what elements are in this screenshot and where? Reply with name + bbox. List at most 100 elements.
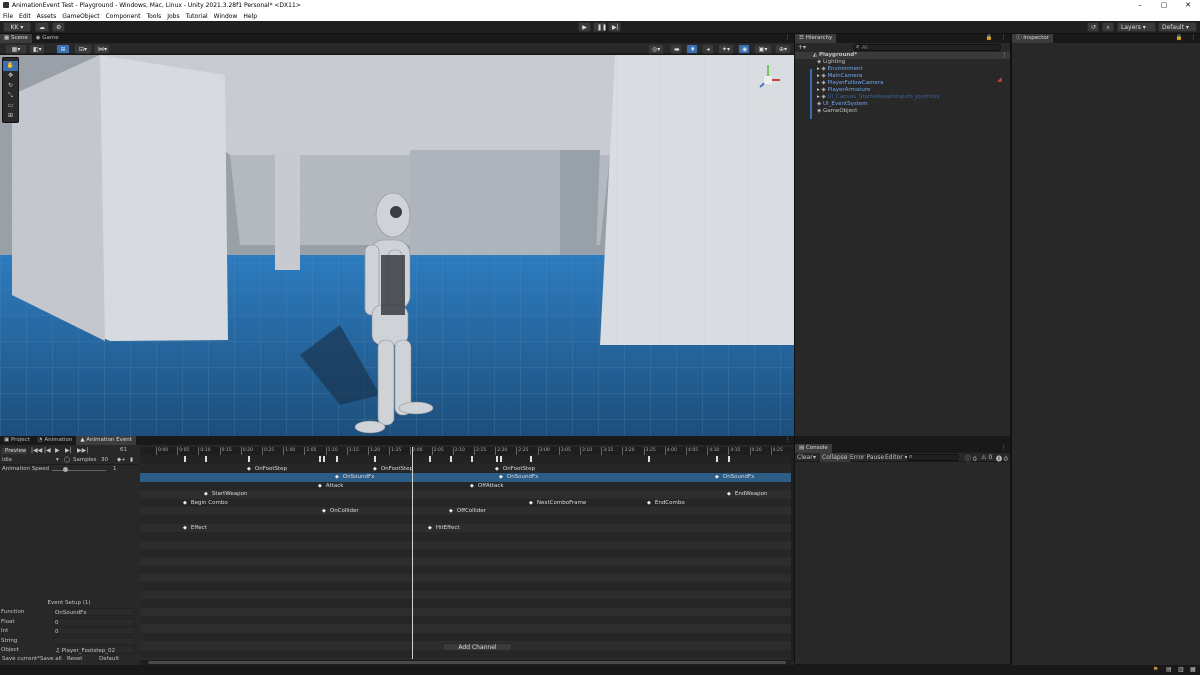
play-button[interactable]: ▶ (578, 22, 591, 32)
hierarchy-menu-icon[interactable]: ⋮ (997, 34, 1011, 43)
warning-count[interactable]: ⚠ 0 (981, 454, 992, 461)
event-track-row[interactable] (140, 557, 791, 566)
event-track-row[interactable] (140, 548, 791, 558)
event-marker-icon[interactable] (248, 456, 250, 462)
animation-event-key[interactable]: Effect (183, 524, 207, 532)
2d-toggle[interactable]: ▬ (670, 44, 682, 54)
close-button[interactable]: ✕ (1176, 0, 1200, 11)
hand-tool-icon[interactable]: ✋ (3, 61, 18, 71)
default-button[interactable]: Default (99, 655, 129, 664)
field-value[interactable]: 0 (53, 617, 135, 626)
hierarchy-item[interactable]: ◈ Lighting (795, 59, 1010, 66)
menu-edit[interactable]: Edit (19, 13, 31, 20)
console-menu-icon[interactable]: ⋮ (997, 444, 1011, 453)
menu-tools[interactable]: Tools (146, 13, 161, 20)
hierarchy-item[interactable]: ▸ ◈ MainCamera (795, 73, 1010, 80)
hidden-objects-toggle[interactable]: ◉ (738, 44, 750, 54)
scene-menu-icon[interactable]: ⋮ (1002, 52, 1008, 59)
account-dropdown[interactable]: KK ▾ (3, 22, 31, 32)
event-track-row[interactable] (140, 574, 791, 583)
audio-toggle[interactable]: ◂ (702, 44, 714, 54)
editor-dropdown[interactable]: Editor ▾ (885, 454, 908, 461)
event-track-row[interactable]: StartWeapon EndWeapon (140, 490, 791, 499)
event-marker-icon[interactable] (374, 456, 376, 462)
tab-game[interactable]: ◉ Game (32, 34, 63, 43)
event-marker-icon[interactable] (496, 456, 498, 462)
event-track-row[interactable] (140, 532, 791, 541)
event-track-row[interactable] (140, 565, 791, 575)
visibility-icon[interactable]: ◎▾ (648, 44, 664, 54)
increment-snap-dropdown[interactable]: ⋈▾ (94, 44, 110, 54)
animation-event-key[interactable]: Begin Combo (183, 499, 228, 507)
scene-viewport[interactable]: ◂Persp (0, 55, 794, 436)
cache-icon[interactable]: ▥ (1178, 666, 1184, 673)
layers-dropdown[interactable]: Layers ▾ (1117, 22, 1156, 32)
hierarchy-item[interactable]: ◈ GameObject (795, 108, 1010, 115)
add-icon[interactable]: +▾ (798, 44, 806, 51)
add-keyframe-icon[interactable]: ◆+ (117, 457, 126, 463)
event-marker-icon[interactable] (450, 456, 452, 462)
speed-slider-track[interactable] (52, 470, 106, 471)
animation-event-key[interactable]: EndCombo (647, 499, 685, 507)
first-key-icon[interactable]: |◀◀ (31, 447, 42, 454)
save-all-button[interactable]: Save all (40, 655, 67, 664)
tab-scene[interactable]: ▦ Scene (0, 34, 32, 43)
animation-event-key[interactable]: OnCollider (322, 507, 359, 515)
event-track-row[interactable] (140, 632, 791, 642)
menu-window[interactable]: Window (214, 13, 238, 20)
panel-menu-icon[interactable]: ⋮ (781, 34, 795, 43)
event-marker-icon[interactable] (500, 456, 502, 462)
event-marker-icon[interactable] (184, 456, 186, 462)
animation-event-key[interactable]: OnFootStep (247, 465, 287, 473)
move-tool-icon[interactable]: ✥ (3, 71, 18, 81)
menu-tutorial[interactable]: Tutorial (186, 13, 208, 20)
save-current-button[interactable]: Save current* (2, 655, 40, 664)
tab-console[interactable]: ▤ Console (795, 444, 832, 453)
hierarchy-item[interactable]: ▸ ◈ PlayerArmature (795, 87, 1010, 94)
event-track-row[interactable] (140, 616, 791, 625)
snap-dropdown[interactable]: ⊟▾ (74, 44, 92, 54)
progress-icon[interactable]: ▤ (1166, 666, 1172, 673)
animation-event-key[interactable]: OnSoundFx (715, 473, 755, 481)
loop-icon[interactable]: ◯ (64, 457, 70, 463)
event-track-row[interactable]: OnSoundFx OnSoundFx OnSoundFx (140, 473, 791, 482)
field-value[interactable]: OnSoundFx (53, 608, 135, 616)
event-track-row[interactable] (140, 607, 791, 617)
event-marker-icon[interactable] (648, 456, 650, 462)
event-marker-icon[interactable] (429, 456, 431, 462)
clear-dropdown-icon[interactable]: ▾ (813, 454, 816, 461)
event-track-row[interactable]: OnCollider OffCollider (140, 506, 791, 516)
playhead-line[interactable] (412, 447, 413, 659)
hierarchy-item[interactable]: ▸ ◈ Environment (795, 66, 1010, 73)
lock-icon[interactable]: 🔒 (982, 34, 997, 43)
menu-file[interactable]: File (3, 13, 13, 20)
scale-tool-icon[interactable]: ⤡ (3, 91, 18, 101)
step-button[interactable]: ▶| (608, 22, 621, 32)
event-marker-icon[interactable] (471, 456, 473, 462)
lighting-toggle[interactable]: ♦ (686, 44, 698, 54)
last-key-icon[interactable]: ▶▶| (77, 447, 88, 454)
play-icon[interactable]: ▶ (55, 447, 60, 454)
render-mode-dropdown[interactable]: ◧▾ (29, 44, 45, 54)
event-marker-row[interactable] (140, 455, 794, 464)
hierarchy-scene-root[interactable]: ◭ Playground* ⋮ (795, 52, 1010, 59)
event-track-row[interactable]: OnFootStep OnFootStep OnFootStep (140, 465, 791, 474)
timeline-ruler[interactable]: 0:00 0:05 0:10 0:15 0:20 0:25 1:00 1:05 1:10 1:15… (140, 447, 794, 455)
log-count[interactable]: ⓘ 0 (965, 454, 977, 463)
event-track-row[interactable]: Begin Combo NextComboFrame EndCombo (140, 498, 791, 507)
history-icon[interactable]: ↺ (1087, 22, 1099, 32)
tab-inspector[interactable]: ⓘ Inspector (1012, 34, 1053, 43)
event-track-row[interactable] (140, 624, 791, 633)
animation-event-key[interactable]: Attack (318, 482, 344, 490)
event-marker-icon[interactable] (319, 456, 321, 462)
menu-assets[interactable]: Assets (37, 13, 57, 20)
frame-field[interactable]: 61 (120, 447, 127, 453)
event-track-area[interactable]: OnFootStepOnFootStepOnFootStepOnSoundFxO… (140, 465, 791, 660)
menu-jobs[interactable]: Jobs (167, 13, 179, 20)
camera-dropdown[interactable]: ▣▾ (754, 44, 772, 54)
event-track-row[interactable]: Attack OffAttack (140, 481, 791, 491)
field-value[interactable]: ♫ Player_Footstep_02 (53, 646, 135, 654)
collapse-button[interactable]: Collapse (820, 453, 850, 462)
samples-field[interactable]: 30 (101, 457, 108, 463)
animation-event-key[interactable]: OnFootStep (495, 465, 535, 473)
